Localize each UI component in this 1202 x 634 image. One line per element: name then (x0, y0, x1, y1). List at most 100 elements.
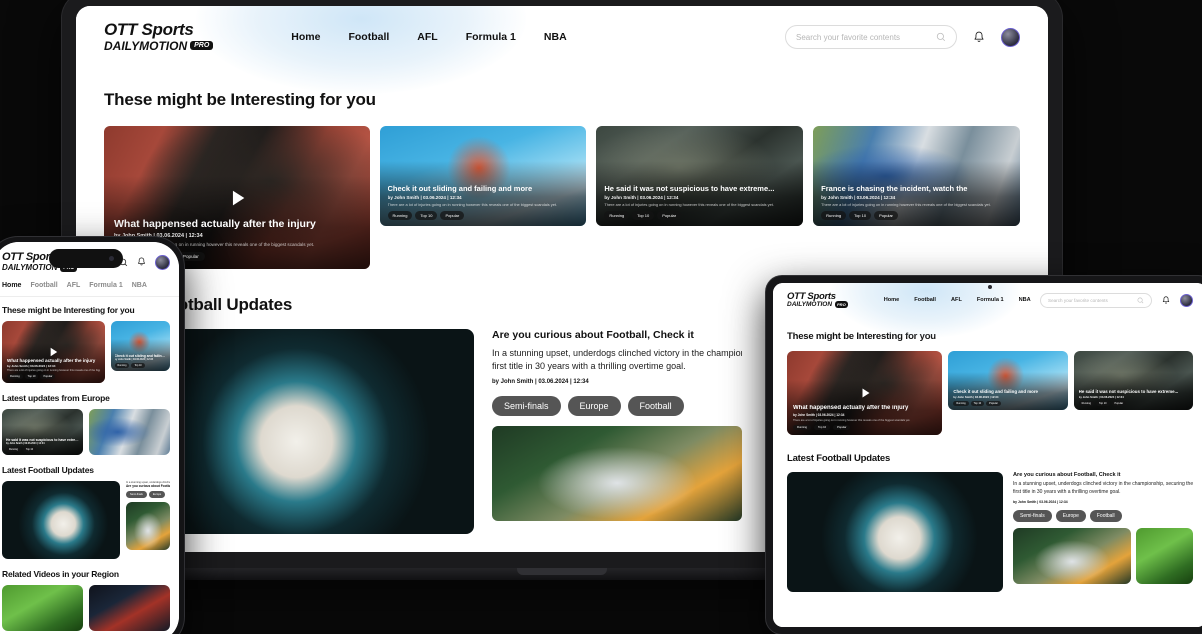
tag-chip[interactable]: Running (953, 401, 969, 406)
tag-chip[interactable]: Football (1089, 510, 1122, 522)
play-icon[interactable] (224, 185, 250, 211)
tag-chip[interactable]: Running (821, 211, 847, 220)
user-avatar[interactable] (1180, 293, 1193, 307)
nav-item-football[interactable]: Football (30, 282, 57, 289)
card-byline: by John Smith | 03.06.2024 | 12:34 (114, 358, 154, 361)
article-byline: by John Smith | 03.06.2024 | 12:34 (1013, 500, 1068, 504)
tag-chip[interactable]: Running (604, 211, 630, 220)
tag-chip[interactable]: Semi-finals (1013, 510, 1052, 522)
tag-chip[interactable]: Popular (874, 211, 898, 220)
article-tags: Semi-finals Europe Football (492, 396, 742, 417)
tag-chip[interactable]: Top 10 (24, 374, 39, 379)
article-secondary-image[interactable] (1013, 528, 1131, 584)
nav-item-afl[interactable]: AFL (951, 297, 962, 303)
tag-chip[interactable]: Europe (148, 491, 166, 498)
video-card-3[interactable]: He said it was not suspicious to have ex… (596, 126, 804, 226)
tag-chip[interactable]: Football (627, 396, 684, 417)
brand-logo-tablet[interactable]: OTT Sports DAILYMOTION PRO (787, 291, 848, 309)
article-secondary-image[interactable] (126, 502, 170, 550)
tag-chip[interactable]: Running (114, 363, 130, 368)
article-line-1: In a stunning upset, underdogs clinched … (1013, 481, 1193, 487)
tag-chip[interactable]: Popular (1111, 401, 1127, 406)
video-card-3[interactable]: He said it was not suspicious to have ex… (1073, 351, 1194, 410)
video-card-3[interactable]: He said it was not suspicious to have ex… (2, 409, 83, 455)
video-card-4[interactable]: France is chasing the incident, watch th… (813, 126, 1020, 226)
nav-item-home[interactable]: Home (884, 297, 900, 303)
article-line-1: In a stunning upset, underdogs clinched … (492, 348, 742, 358)
nav-item-nba[interactable]: NBA (544, 31, 567, 43)
card-tags: Running Top 10 Popular (7, 374, 100, 379)
article-title: Are you curious about Football, Check it (1013, 472, 1121, 478)
pro-badge: PRO (190, 41, 214, 51)
card-title: What happensed actually after the injury (114, 218, 316, 230)
search-input[interactable]: Search your favorite contents (785, 25, 957, 49)
article-byline: by John Smith | 03.06.2024 | 12:34 (492, 379, 589, 386)
tag-chip[interactable]: Popular (440, 211, 465, 220)
phone-body: OTT Sports DAILYMOTION PRO (0, 237, 184, 634)
nav-item-nba[interactable]: NBA (132, 282, 147, 289)
nav-item-formula1[interactable]: Formula 1 (466, 31, 516, 43)
article-tertiary-image[interactable] (1136, 528, 1193, 584)
nav-item-afl[interactable]: AFL (417, 31, 437, 43)
nav-item-home[interactable]: Home (291, 31, 320, 43)
bell-icon[interactable] (973, 31, 985, 44)
tag-chip[interactable]: Semi-finals (492, 396, 561, 417)
nav-item-formula1[interactable]: Formula 1 (89, 282, 122, 289)
tag-chip[interactable]: Top 10 (970, 401, 985, 406)
video-card-2[interactable]: Check it out sliding and failing and mor… (379, 126, 587, 226)
video-card-2[interactable]: Check it out sliding and failing and mor… (110, 321, 170, 371)
tag-chip[interactable]: Running (7, 374, 23, 379)
video-card-4[interactable] (89, 409, 170, 455)
nav-item-football[interactable]: Football (348, 31, 389, 43)
tag-chip[interactable]: Running (387, 211, 413, 220)
nav-item-afl[interactable]: AFL (67, 282, 81, 289)
tag-chip[interactable]: Popular (986, 401, 1001, 406)
brand-subtitle: DAILYMOTION (2, 263, 58, 273)
tag-chip[interactable]: Top 10 (1096, 401, 1110, 406)
play-icon[interactable] (857, 385, 873, 401)
tag-chip[interactable]: Top 10 (22, 447, 37, 452)
video-card-hero[interactable]: What happensed actually after the injury… (787, 351, 943, 435)
tag-chip[interactable]: Semi-finals (126, 491, 147, 498)
video-card-2[interactable]: Check it out sliding and failing and mor… (948, 351, 1068, 410)
region-card-1[interactable] (2, 585, 83, 631)
nav-item-formula1[interactable]: Formula 1 (977, 297, 1004, 303)
tag-chip[interactable]: Top 10 (131, 363, 145, 368)
article-tags: Semi-finals Europe Football (1013, 510, 1193, 522)
search-input[interactable]: Search your favorite contents (1040, 292, 1152, 308)
bell-icon[interactable] (137, 257, 146, 267)
tag-chip[interactable]: Top 10 (849, 211, 872, 220)
football-hero-image[interactable] (787, 472, 1003, 592)
football-hero-image[interactable] (2, 481, 120, 559)
brand-logo[interactable]: OTT Sports DAILYMOTION PRO (104, 21, 214, 53)
nav-item-home[interactable]: Home (2, 282, 21, 289)
phone-device: OTT Sports DAILYMOTION PRO (0, 237, 184, 634)
region-card-2[interactable] (89, 585, 170, 631)
video-card-hero[interactable]: What happensed actually after the injury… (2, 321, 105, 383)
tag-chip[interactable]: Top 10 (814, 425, 831, 430)
primary-nav-tablet: Home Football AFL Formula 1 NBA (884, 297, 1031, 303)
tag-chip[interactable]: Running (6, 447, 21, 452)
bell-icon[interactable] (1162, 295, 1170, 305)
tag-chip[interactable]: Popular (40, 374, 56, 379)
user-avatar[interactable] (155, 254, 170, 270)
tag-chip[interactable]: Europe (1055, 510, 1086, 522)
card-byline: by John Smith | 03.06.2024 | 12:34 (387, 195, 462, 200)
nav-item-football[interactable]: Football (914, 297, 936, 303)
tag-chip[interactable]: Top 10 (632, 211, 655, 220)
laptop-trackpad-notch (517, 568, 607, 575)
tag-chip[interactable]: Popular (657, 211, 682, 220)
tag-chip[interactable]: Europe (567, 396, 621, 417)
tag-chip[interactable]: Running (1078, 401, 1094, 406)
tag-chip[interactable]: Popular (833, 425, 851, 430)
football-article: Are you curious about Football, Check it… (492, 329, 742, 534)
phone-dynamic-island (49, 249, 123, 268)
article-secondary-image[interactable] (492, 426, 742, 522)
user-avatar[interactable] (1001, 27, 1020, 47)
tag-chip[interactable]: Top 10 (415, 211, 438, 220)
tag-chip[interactable]: Running (793, 425, 812, 430)
card-byline: by John Smith | 03.06.2024 | 12:34 (6, 442, 45, 445)
tablet-screen: OTT Sports DAILYMOTION PRO Home Football… (773, 283, 1202, 627)
nav-item-nba[interactable]: NBA (1019, 297, 1031, 303)
card-tags: Running Top 10 (114, 363, 166, 368)
